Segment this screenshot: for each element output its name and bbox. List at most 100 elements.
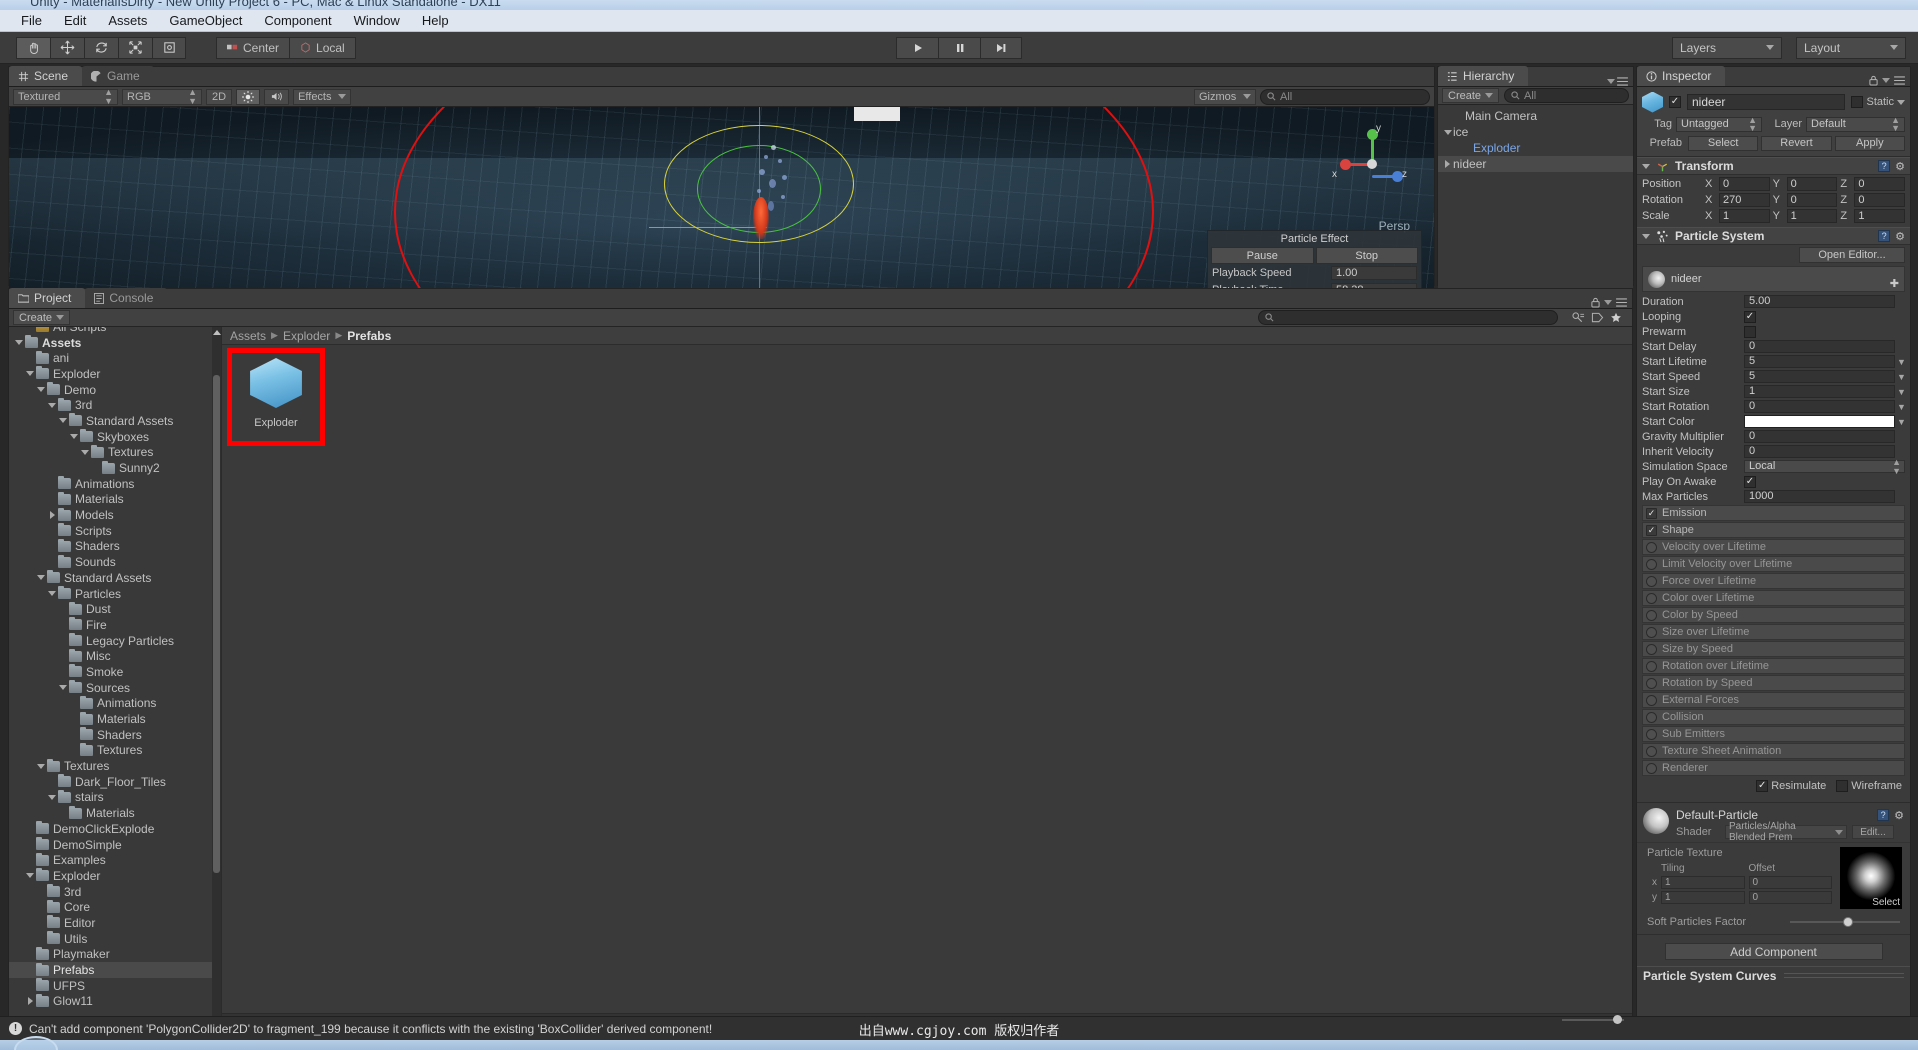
favorite-star-icon[interactable] xyxy=(1610,312,1622,324)
twisty-right[interactable] xyxy=(1442,160,1453,168)
pause-button[interactable] xyxy=(938,36,980,59)
effects-dropdown[interactable]: Effects xyxy=(293,88,352,105)
add-emitter-icon[interactable]: ✚ xyxy=(1890,277,1899,290)
tab-scene[interactable]: Scene xyxy=(9,66,83,86)
chevron-down-icon[interactable]: ▼ xyxy=(1897,402,1906,412)
twisty-down[interactable] xyxy=(13,340,25,346)
soft-particles-slider[interactable] xyxy=(1790,916,1900,928)
ps-module-checkbox[interactable] xyxy=(1646,745,1657,757)
help-icon[interactable]: ? xyxy=(1878,230,1891,242)
ps-module-checkbox[interactable] xyxy=(1646,575,1657,587)
tree-folder-row[interactable]: Models xyxy=(9,507,212,523)
asset-item-exploder[interactable]: Exploder xyxy=(227,348,325,446)
tree-folder-row[interactable]: DemoClickExplode xyxy=(9,821,212,837)
menu-component[interactable]: Component xyxy=(253,11,342,30)
tree-folder-row[interactable]: Sunny2 xyxy=(9,460,212,476)
ps-module-row[interactable]: Limit Velocity over Lifetime xyxy=(1642,556,1905,572)
layer-dropdown[interactable]: Default ▲ ▼ xyxy=(1806,115,1905,133)
tab-project[interactable]: Project xyxy=(9,288,86,308)
ps-module-row[interactable]: Velocity over Lifetime xyxy=(1642,539,1905,555)
offset-x-input[interactable]: 0 xyxy=(1748,876,1832,889)
tree-folder-row[interactable]: Dark_Floor_Tiles xyxy=(9,774,212,790)
tree-folder-row[interactable]: Assets xyxy=(9,335,212,351)
collapse-triangle-icon[interactable] xyxy=(1642,233,1650,239)
tree-folder-row[interactable]: Glow11 xyxy=(9,993,212,1010)
static-checkbox[interactable] xyxy=(1851,96,1864,108)
particle-stop-button[interactable]: Stop xyxy=(1315,247,1418,264)
ps-module-row[interactable]: Size by Speed xyxy=(1642,641,1905,657)
pivot-mode-button[interactable]: Center xyxy=(216,36,290,59)
tree-folder-row[interactable]: Examples xyxy=(9,852,212,868)
resimulate-toggle[interactable]: ✓ Resimulate xyxy=(1756,780,1826,792)
twisty-down[interactable] xyxy=(24,371,36,377)
menu-edit[interactable]: Edit xyxy=(53,11,97,30)
collapse-triangle-icon[interactable] xyxy=(1642,163,1650,169)
layers-dropdown[interactable]: Layers xyxy=(1672,36,1782,59)
tree-folder-row[interactable]: 3rd xyxy=(9,397,212,413)
tree-folder-row[interactable]: Core xyxy=(9,899,212,915)
tree-vertical-scrollbar[interactable] xyxy=(212,327,221,1025)
ps-property-dropdown[interactable]: Local ▲ ▼ xyxy=(1744,458,1905,475)
ps-property-checkbox[interactable]: ✓ xyxy=(1744,475,1756,488)
ps-module-checkbox[interactable]: ✓ xyxy=(1646,507,1657,519)
hamburger-icon[interactable] xyxy=(1616,298,1627,307)
color-mode-dropdown[interactable]: RGB ▲ ▼ xyxy=(122,88,202,105)
ps-module-checkbox[interactable] xyxy=(1646,609,1657,621)
object-enabled-checkbox[interactable]: ✓ xyxy=(1669,96,1681,108)
tree-folder-row[interactable]: ani xyxy=(9,350,212,366)
layout-dropdown[interactable]: Layout xyxy=(1796,36,1906,59)
scene-view-gizmo[interactable]: y x z xyxy=(1332,123,1412,199)
ps-property-checkbox[interactable] xyxy=(1744,325,1756,338)
zoom-knob[interactable] xyxy=(1613,1014,1622,1024)
twisty-down[interactable] xyxy=(35,575,47,581)
rect-tool-button[interactable] xyxy=(152,36,186,59)
scroll-up-arrow[interactable] xyxy=(212,327,221,338)
position-z-input[interactable]: 0 xyxy=(1854,176,1906,191)
texture-select-button[interactable]: Select xyxy=(1872,897,1902,909)
hierarchy-item-main-camera[interactable]: Main Camera xyxy=(1438,108,1633,124)
hierarchy-item-ice[interactable]: ice xyxy=(1438,124,1633,140)
texture-preview[interactable]: Select xyxy=(1840,847,1902,909)
tree-folder-row[interactable]: Fire xyxy=(9,617,212,633)
static-toggle[interactable]: Static xyxy=(1851,96,1905,108)
scrollbar-thumb[interactable] xyxy=(213,375,220,873)
ps-module-row[interactable]: ✓ Emission xyxy=(1642,505,1905,521)
project-create-button[interactable]: Create xyxy=(13,310,71,325)
tree-folder-row[interactable]: Shaders xyxy=(9,538,212,555)
ps-property-input[interactable]: 0 xyxy=(1744,400,1895,413)
tree-folder-row[interactable]: Skyboxes xyxy=(9,429,212,445)
space-mode-button[interactable]: Local xyxy=(289,36,356,59)
ps-module-checkbox[interactable] xyxy=(1646,643,1657,655)
ps-module-checkbox[interactable] xyxy=(1646,728,1657,740)
tree-folder-row[interactable]: Materials xyxy=(9,805,212,821)
hand-tool-button[interactable] xyxy=(16,36,50,59)
step-button[interactable] xyxy=(980,36,1022,59)
twisty-down[interactable] xyxy=(24,873,36,879)
draw-mode-dropdown[interactable]: Textured ▲ ▼ xyxy=(13,88,118,105)
position-x-input[interactable]: 0 xyxy=(1719,176,1770,191)
ps-property-input[interactable]: 5 xyxy=(1744,355,1895,368)
ps-module-checkbox[interactable] xyxy=(1646,694,1657,706)
ps-module-checkbox[interactable] xyxy=(1646,660,1657,672)
tree-folder-row[interactable]: Shaders xyxy=(9,727,212,743)
tree-folder-row[interactable]: Textures xyxy=(9,742,212,759)
tiling-x-input[interactable]: 1 xyxy=(1661,876,1745,889)
ps-module-row[interactable]: Size over Lifetime xyxy=(1642,624,1905,640)
asset-zoom-slider[interactable] xyxy=(1562,1014,1624,1024)
open-editor-button[interactable]: Open Editor... xyxy=(1799,247,1905,263)
lock-icon[interactable] xyxy=(1591,297,1600,308)
ps-module-row[interactable]: Force over Lifetime xyxy=(1642,573,1905,589)
ps-module-row[interactable]: Sub Emitters xyxy=(1642,726,1905,742)
scale-z-input[interactable]: 1 xyxy=(1854,208,1906,223)
tree-folder-row[interactable]: Standard Assets xyxy=(9,570,212,586)
rotation-y-input[interactable]: 0 xyxy=(1786,192,1838,207)
tree-folder-row[interactable]: stairs xyxy=(9,789,212,806)
gizmos-dropdown[interactable]: Gizmos xyxy=(1194,88,1256,105)
gear-icon[interactable]: ⚙ xyxy=(1895,160,1905,173)
ps-property-input[interactable]: 5.00 xyxy=(1744,295,1895,308)
chevron-down-icon[interactable]: ▼ xyxy=(1897,357,1906,367)
wireframe-toggle[interactable]: Wireframe xyxy=(1836,780,1902,792)
hierarchy-item-exploder[interactable]: Exploder xyxy=(1438,140,1633,156)
hierarchy-item-nideer[interactable]: nideer xyxy=(1438,156,1633,172)
chevron-down-icon[interactable]: ▼ xyxy=(1897,417,1906,427)
